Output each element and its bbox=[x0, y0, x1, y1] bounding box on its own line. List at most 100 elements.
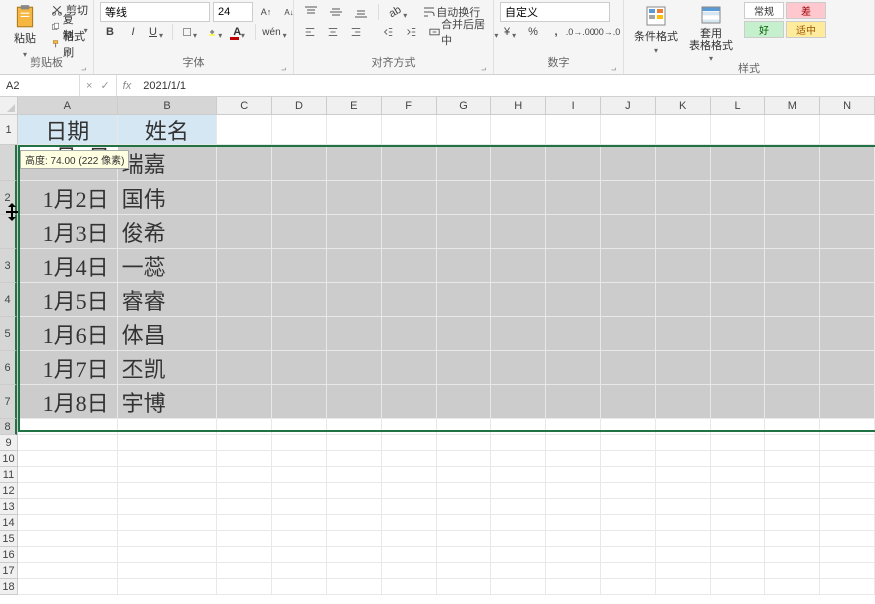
cell[interactable] bbox=[765, 181, 820, 215]
cell[interactable] bbox=[272, 351, 327, 385]
cell[interactable] bbox=[820, 499, 875, 515]
cell[interactable] bbox=[272, 435, 327, 451]
column-header-C[interactable]: C bbox=[217, 97, 272, 114]
cell[interactable] bbox=[327, 351, 382, 385]
row-header[interactable]: 3 bbox=[0, 249, 17, 283]
cell[interactable] bbox=[217, 351, 272, 385]
cell[interactable] bbox=[18, 483, 118, 499]
cell[interactable] bbox=[217, 531, 272, 547]
cell[interactable] bbox=[491, 483, 546, 499]
cell[interactable] bbox=[118, 515, 218, 531]
cell[interactable] bbox=[656, 563, 711, 579]
cell[interactable] bbox=[18, 499, 118, 515]
cell[interactable] bbox=[217, 563, 272, 579]
cell[interactable] bbox=[272, 515, 327, 531]
cell[interactable] bbox=[437, 435, 492, 451]
select-all-corner[interactable] bbox=[0, 97, 18, 115]
cell[interactable] bbox=[601, 215, 656, 249]
cell[interactable] bbox=[327, 483, 382, 499]
cell[interactable] bbox=[765, 385, 820, 419]
cell[interactable] bbox=[118, 579, 218, 595]
cell[interactable] bbox=[217, 181, 272, 215]
cell[interactable] bbox=[327, 181, 382, 215]
cell[interactable] bbox=[711, 467, 766, 483]
cell[interactable] bbox=[118, 563, 218, 579]
row-header[interactable]: 7 bbox=[0, 385, 17, 419]
row-resize-handle[interactable] bbox=[6, 206, 18, 218]
cell[interactable] bbox=[217, 467, 272, 483]
cell[interactable] bbox=[601, 419, 656, 435]
row-header[interactable]: 10 bbox=[0, 451, 17, 467]
cell[interactable] bbox=[118, 499, 218, 515]
paste-button[interactable]: 粘贴 bbox=[6, 2, 44, 54]
cell[interactable] bbox=[437, 515, 492, 531]
cell[interactable] bbox=[491, 547, 546, 563]
cell[interactable] bbox=[327, 531, 382, 547]
cell[interactable]: 瑞嘉 bbox=[118, 145, 218, 181]
cell[interactable] bbox=[382, 215, 437, 249]
increase-indent-button[interactable] bbox=[401, 22, 421, 42]
cell[interactable] bbox=[711, 145, 766, 181]
column-header-L[interactable]: L bbox=[711, 97, 766, 114]
cell[interactable] bbox=[546, 115, 601, 145]
number-format-input[interactable] bbox=[500, 2, 610, 22]
cell[interactable] bbox=[272, 531, 327, 547]
cell[interactable] bbox=[118, 531, 218, 547]
cell[interactable] bbox=[765, 467, 820, 483]
cell[interactable] bbox=[382, 499, 437, 515]
cell[interactable] bbox=[820, 467, 875, 483]
cell[interactable] bbox=[656, 249, 711, 283]
cell[interactable] bbox=[437, 467, 492, 483]
column-header-G[interactable]: G bbox=[437, 97, 492, 114]
format-painter-button[interactable]: 格式刷 bbox=[51, 36, 88, 52]
cell[interactable] bbox=[272, 547, 327, 563]
cell[interactable] bbox=[711, 515, 766, 531]
cell[interactable] bbox=[656, 385, 711, 419]
cell[interactable] bbox=[711, 385, 766, 419]
cell[interactable] bbox=[656, 483, 711, 499]
cell[interactable] bbox=[327, 249, 382, 283]
cell[interactable] bbox=[711, 283, 766, 317]
cell[interactable] bbox=[601, 483, 656, 499]
cell[interactable] bbox=[765, 249, 820, 283]
cell[interactable] bbox=[491, 181, 546, 215]
cell[interactable] bbox=[765, 515, 820, 531]
cell[interactable] bbox=[382, 351, 437, 385]
cell[interactable] bbox=[601, 435, 656, 451]
cell[interactable] bbox=[272, 145, 327, 181]
cell[interactable] bbox=[327, 385, 382, 419]
cell[interactable] bbox=[217, 145, 272, 181]
cell[interactable] bbox=[217, 547, 272, 563]
cell[interactable]: 1月8日 bbox=[18, 385, 118, 419]
cell[interactable] bbox=[491, 435, 546, 451]
cell[interactable] bbox=[217, 483, 272, 499]
column-header-J[interactable]: J bbox=[601, 97, 656, 114]
cell[interactable] bbox=[327, 317, 382, 351]
row-header[interactable]: 6 bbox=[0, 351, 17, 385]
cell[interactable] bbox=[820, 145, 875, 181]
cell[interactable] bbox=[711, 249, 766, 283]
cell[interactable] bbox=[601, 249, 656, 283]
cell[interactable]: 丕凯 bbox=[118, 351, 218, 385]
cell[interactable] bbox=[601, 145, 656, 181]
cell[interactable] bbox=[272, 317, 327, 351]
cell[interactable] bbox=[272, 215, 327, 249]
cell[interactable] bbox=[437, 145, 492, 181]
cell[interactable] bbox=[820, 181, 875, 215]
cell[interactable] bbox=[327, 435, 382, 451]
cell[interactable] bbox=[656, 351, 711, 385]
cell[interactable] bbox=[656, 579, 711, 595]
alignment-expand[interactable] bbox=[481, 62, 491, 72]
cell[interactable]: 宇博 bbox=[118, 385, 218, 419]
row-header[interactable]: 5 bbox=[0, 317, 17, 351]
cell[interactable] bbox=[18, 467, 118, 483]
align-left-button[interactable] bbox=[300, 22, 320, 42]
cell[interactable] bbox=[382, 451, 437, 467]
cell[interactable] bbox=[765, 283, 820, 317]
cell[interactable] bbox=[118, 419, 218, 435]
cell[interactable] bbox=[491, 419, 546, 435]
cell[interactable] bbox=[711, 435, 766, 451]
cell[interactable] bbox=[327, 467, 382, 483]
row-header[interactable]: 14 bbox=[0, 515, 17, 531]
column-header-H[interactable]: H bbox=[491, 97, 546, 114]
